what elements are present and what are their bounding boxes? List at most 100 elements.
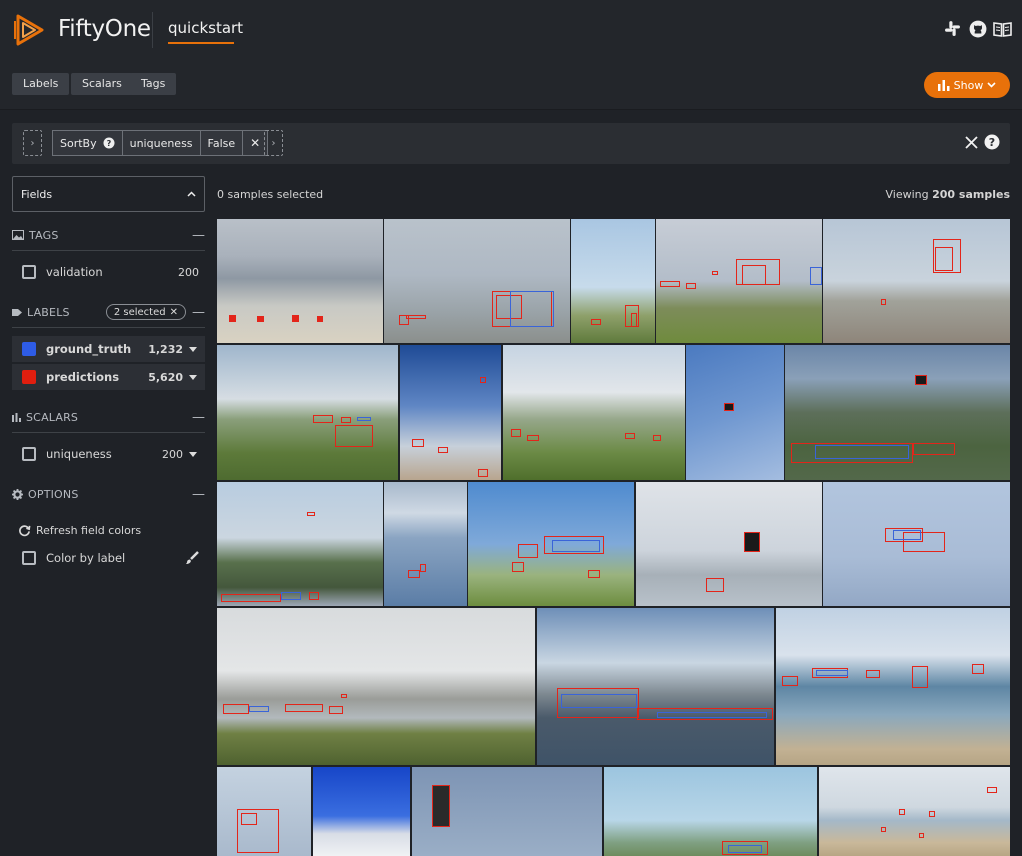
docs-book-icon[interactable] [993,19,1012,38]
sample-tile[interactable] [819,767,1010,856]
sample-tile[interactable] [636,482,822,606]
labels-group-header[interactable]: LABELS 2 selected ✕ — [12,302,205,322]
caret-down-icon[interactable] [189,346,197,352]
tags-button[interactable]: Tags [130,73,177,95]
tag-checkbox[interactable] [22,265,36,279]
help-icon[interactable]: ? [103,137,115,149]
dataset-name[interactable]: quickstart [168,19,243,37]
stage-name[interactable]: SortBy ? [52,130,123,156]
close-icon[interactable] [965,135,978,149]
labels-button[interactable]: Labels [12,73,70,95]
sample-tile[interactable] [384,482,467,606]
prediction-box [913,443,955,455]
tags-group-header[interactable]: TAGS — [12,225,205,245]
sample-tile[interactable] [503,345,685,480]
options-title: OPTIONS [28,487,79,501]
image-icon [12,230,24,240]
github-icon[interactable] [968,19,987,38]
label-count: 5,620 [148,370,183,384]
sample-tile[interactable] [656,219,822,343]
refresh-icon [19,524,31,536]
stage-reverse[interactable]: False [200,130,244,156]
sample-tile[interactable] [217,345,398,480]
prediction-box [929,811,935,817]
sample-tile[interactable] [217,608,535,765]
sample-tile[interactable] [384,219,570,343]
sample-tile[interactable] [537,608,774,765]
sample-tile[interactable] [776,608,1010,765]
scalar-row-uniqueness[interactable]: uniqueness 200 [12,441,205,467]
collapse-labels-icon[interactable]: — [192,305,205,320]
label-tag-icon [12,308,22,316]
top-bar: FiftyOne quickstart [0,0,1022,62]
color-by-label-checkbox[interactable] [22,551,36,565]
ground-truth-box [657,712,767,718]
viewing-number: 200 samples [932,188,1010,201]
sample-tile[interactable] [217,482,383,606]
add-stage-left-button[interactable]: › [23,130,42,156]
collapse-tags-icon[interactable]: — [192,228,205,243]
sample-tile[interactable] [468,482,634,606]
sample-tile[interactable] [686,345,784,480]
sample-tile[interactable] [400,345,501,480]
refresh-colors-row[interactable]: Refresh field colors [12,517,205,543]
collapse-scalars-icon[interactable]: — [192,410,205,425]
label-row-predictions[interactable]: predictions 5,620 [12,364,205,390]
ground-truth-box [893,530,921,540]
label-count: 1,232 [148,342,183,356]
slack-icon[interactable] [943,19,962,38]
tags-divider [12,250,205,251]
toolbar: Labels Scalars Tags Show [0,62,1022,110]
stage-field[interactable]: uniqueness [122,130,201,156]
prediction-box [335,425,373,447]
prediction-box [782,676,798,686]
options-group-header[interactable]: OPTIONS — [12,484,205,504]
sample-tile[interactable] [823,219,1010,343]
help-circle-icon[interactable]: ? [984,134,1000,150]
sample-tile[interactable] [571,219,655,343]
fields-dropdown[interactable]: Fields [12,176,205,212]
clear-selection-icon[interactable]: ✕ [170,307,178,318]
sidebar: Fields TAGS — validation 200 LABELS 2 se… [12,176,205,565]
prediction-box [899,809,905,815]
scalars-group-header[interactable]: SCALARS — [12,407,205,427]
prediction-box [438,447,448,453]
ground-truth-box [552,540,600,552]
prediction-box [223,704,249,714]
fiftyone-logo-icon[interactable] [12,12,48,48]
uniqueness-checkbox[interactable] [22,447,36,461]
sample-tile[interactable] [604,767,817,856]
caret-down-icon[interactable] [189,451,197,457]
sortby-stage[interactable]: SortBy ? uniqueness False ✕ [52,130,269,156]
add-stage-right-button[interactable]: › [264,130,283,156]
prediction-box [221,594,281,602]
sample-tile[interactable] [785,345,1010,480]
sample-tile[interactable] [412,767,602,856]
prediction-box [527,435,539,441]
paint-brush-icon[interactable] [185,551,199,565]
sample-tile[interactable] [217,219,383,343]
prediction-box [518,544,538,558]
scalars-button[interactable]: Scalars [71,73,133,95]
color-by-label-row[interactable]: Color by label [12,545,205,571]
sample-tile[interactable] [823,482,1010,606]
prediction-box [881,827,886,832]
tag-row-validation[interactable]: validation 200 [12,259,205,285]
ground-truth-box [816,670,848,676]
selected-count: 0 samples selected [217,188,324,201]
sample-tile[interactable] [313,767,410,856]
label-row-ground-truth[interactable]: ground_truth 1,232 [12,336,205,362]
show-button[interactable]: Show [924,72,1010,98]
sample-tile[interactable] [217,767,311,856]
brand-title[interactable]: FiftyOne [58,16,151,42]
labels-divider [12,327,205,328]
scalar-count: 200 [162,447,183,461]
labels-title: LABELS [27,305,70,319]
label-name: ground_truth [46,342,132,356]
svg-text:?: ? [989,136,995,149]
predictions-checkbox[interactable] [22,370,36,384]
caret-down-icon[interactable] [189,374,197,380]
labels-selected-pill[interactable]: 2 selected ✕ [105,304,186,320]
ground-truth-checkbox[interactable] [22,342,36,356]
collapse-options-icon[interactable]: — [192,487,205,502]
